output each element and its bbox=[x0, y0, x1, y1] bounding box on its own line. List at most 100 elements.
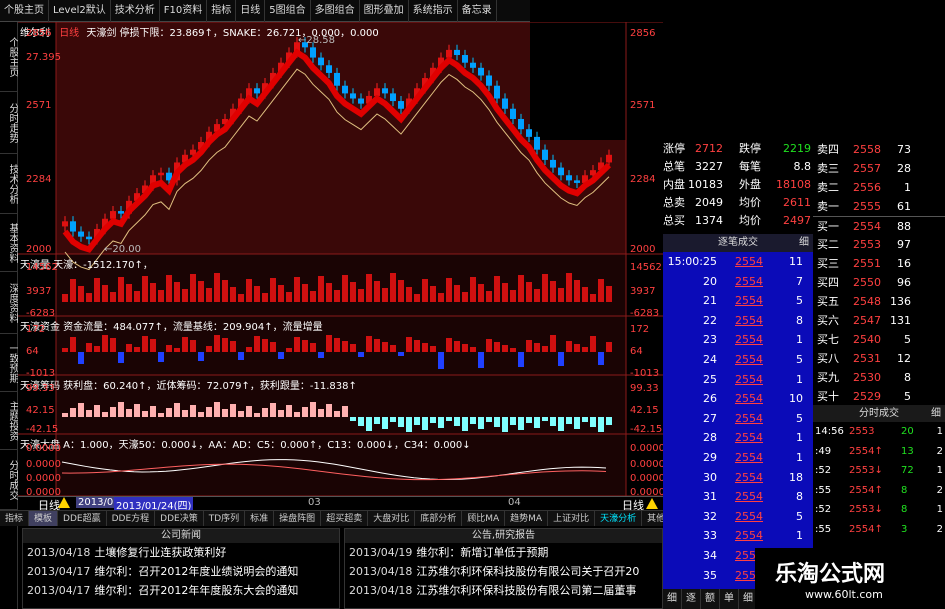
tick-list[interactable]: 15:00:25 2554 11 20 2554 7 21 2554 5 22 2554 8 23 255… bbox=[663, 252, 813, 589]
time-sales-row[interactable]: :55 2554↑ 8 2 bbox=[813, 481, 945, 500]
capital-bar bbox=[246, 347, 252, 352]
news-headline[interactable]: 江苏维尔利环保科技股份有限公司第二届董事 bbox=[416, 584, 636, 597]
toolbar-item[interactable]: 技术分析 bbox=[111, 0, 160, 22]
tick-row[interactable]: 32 2554 5 bbox=[663, 507, 813, 526]
indicator-tab[interactable]: DDE决策 bbox=[155, 511, 204, 526]
indicator-tab[interactable]: 上证对比 bbox=[548, 511, 596, 526]
candle-body bbox=[358, 98, 364, 104]
order-book-row[interactable]: 买九 2530 8 bbox=[813, 368, 945, 387]
news-item[interactable]: 2013/04/17 维尔利：召开2012年年度股东大会的通知 bbox=[23, 581, 339, 600]
time-sales-row[interactable]: :49 2554↑ 13 2 bbox=[813, 442, 945, 461]
news-item[interactable]: 2013/04/17 维尔利：召开2012年度业绩说明会的通知 bbox=[23, 562, 339, 581]
toolbar-item[interactable]: 图形叠加 bbox=[360, 0, 409, 22]
left-tab[interactable]: 深度资料 bbox=[0, 272, 18, 334]
left-tab[interactable]: 技术分析 bbox=[0, 154, 18, 214]
indicator-tab[interactable]: 模板 bbox=[29, 511, 59, 526]
tick-row[interactable]: 27 2554 5 bbox=[663, 409, 813, 428]
indicator-tab[interactable]: DDE方程 bbox=[107, 511, 156, 526]
toolbar-item[interactable]: F10资料 bbox=[160, 0, 208, 22]
bottom-tab[interactable]: 逐 bbox=[682, 589, 701, 609]
news-headline[interactable]: 维尔利：召开2012年度业绩说明会的通知 bbox=[94, 565, 298, 578]
bottom-tab[interactable]: 细 bbox=[663, 589, 682, 609]
indicator-tab[interactable]: 标准 bbox=[245, 511, 275, 526]
toolbar-item[interactable]: Level2默认 bbox=[49, 0, 111, 22]
tick-row[interactable]: 23 2554 1 bbox=[663, 330, 813, 349]
triangle-icon[interactable] bbox=[646, 498, 658, 509]
stock-chart[interactable]: 维尔利 日线 天濠剑 停损下限：23.869↑，SNAKE：26.721，0.0… bbox=[18, 22, 665, 512]
order-book-row[interactable]: 买三 2551 16 bbox=[813, 254, 945, 273]
news-item[interactable]: 2013/04/18 江苏维尔利环保科技股份有限公司关于召开20 bbox=[345, 562, 662, 581]
toolbar-item[interactable]: 个股主页 bbox=[0, 0, 49, 22]
tick-row[interactable]: 24 2554 5 bbox=[663, 350, 813, 369]
tick-row[interactable]: 31 2554 8 bbox=[663, 487, 813, 506]
toolbar-item[interactable]: 5图组合 bbox=[265, 0, 311, 22]
order-book-row[interactable]: 买八 2531 12 bbox=[813, 349, 945, 368]
capital-bar bbox=[558, 352, 564, 366]
date-bar[interactable]: 日线 2013/0 2013/01/24(四) 03 04 日线 bbox=[18, 496, 663, 512]
tick-row[interactable]: 25 2554 1 bbox=[663, 370, 813, 389]
left-tab[interactable]: 主题投资 bbox=[0, 392, 18, 450]
news-headline[interactable]: 江苏维尔利环保科技股份有限公司关于召开20 bbox=[416, 565, 639, 578]
tick-row[interactable]: 22 2554 8 bbox=[663, 311, 813, 330]
news-headline[interactable]: 土壤修复行业连获政策利好 bbox=[94, 546, 226, 559]
tick-row[interactable]: 33 2554 1 bbox=[663, 526, 813, 545]
time-sales-tab[interactable]: 细 bbox=[931, 405, 941, 422]
left-tab[interactable]: 基本资料 bbox=[0, 214, 18, 272]
toolbar-item[interactable]: 多图组合 bbox=[311, 0, 360, 22]
chip-bar bbox=[414, 417, 420, 425]
indicator-tab[interactable]: 指标 bbox=[0, 511, 30, 526]
order-book-row[interactable]: 卖二 2556 1 bbox=[813, 178, 945, 197]
time-sales-row[interactable]: 14:56 2553 20 1 bbox=[813, 422, 945, 441]
indicator-tab[interactable]: 超买超卖 bbox=[321, 511, 369, 526]
order-book-row[interactable]: 买一 2554 88 bbox=[813, 216, 945, 235]
indicator-tab[interactable]: 天濠分析 bbox=[595, 511, 643, 526]
left-tab[interactable]: 个股主页 bbox=[0, 22, 18, 92]
left-tab[interactable]: 分时成交 bbox=[0, 450, 18, 510]
order-book-row[interactable]: 买四 2550 96 bbox=[813, 273, 945, 292]
indicator-tab[interactable]: 趋势MA bbox=[505, 511, 549, 526]
news-headline[interactable]: 维尔利：新增订单低于预期 bbox=[416, 546, 548, 559]
toolbar-item[interactable]: 备忘录 bbox=[458, 0, 497, 22]
tick-panel-tab[interactable]: 细 bbox=[799, 234, 809, 252]
tick-row[interactable]: 21 2554 5 bbox=[663, 291, 813, 310]
toolbar-item[interactable]: 系统指示 bbox=[409, 0, 458, 22]
tick-row[interactable]: 15:00:25 2554 11 bbox=[663, 252, 813, 271]
toolbar-item[interactable]: 日线 bbox=[236, 0, 266, 22]
indicator-tab[interactable]: TD序列 bbox=[204, 511, 246, 526]
time-sales-row[interactable]: :52 2553↓ 8 1 bbox=[813, 500, 945, 519]
bottom-tab[interactable]: 单 bbox=[720, 589, 739, 609]
order-book-row[interactable]: 卖三 2557 28 bbox=[813, 159, 945, 178]
stat-value: 2049 bbox=[695, 196, 723, 209]
order-book-row[interactable]: 卖一 2555 61 bbox=[813, 197, 945, 216]
order-book-row[interactable]: 买二 2553 97 bbox=[813, 235, 945, 254]
news-headline[interactable]: 维尔利：召开2012年年度股东大会的通知 bbox=[94, 584, 298, 597]
order-book-row[interactable]: 买七 2540 5 bbox=[813, 330, 945, 349]
triangle-icon[interactable] bbox=[58, 497, 70, 508]
left-tab[interactable]: 一致预期 bbox=[0, 334, 18, 392]
tick-row[interactable]: 26 2554 10 bbox=[663, 389, 813, 408]
time-sales-row[interactable]: :55 2554↑ 3 2 bbox=[813, 520, 945, 539]
chip-bar bbox=[478, 417, 484, 429]
time-sales-row[interactable]: :52 2553↓ 72 1 bbox=[813, 461, 945, 480]
news-item[interactable]: 2013/04/18 土壤修复行业连获政策利好 bbox=[23, 543, 339, 562]
toolbar-item[interactable]: 指标 bbox=[207, 0, 237, 22]
tick-row[interactable]: 20 2554 7 bbox=[663, 272, 813, 291]
indicator-tab[interactable]: DDE超赢 bbox=[58, 511, 107, 526]
news-item[interactable]: 2013/04/19 维尔利：新增订单低于预期 bbox=[345, 543, 662, 562]
axis-tick-label: -1013 bbox=[630, 368, 660, 379]
order-book-row[interactable]: 买十 2529 5 bbox=[813, 387, 945, 406]
indicator-tab[interactable]: 底部分析 bbox=[415, 511, 463, 526]
bottom-tab[interactable]: 额 bbox=[701, 589, 720, 609]
news-item[interactable]: 2013/04/18 江苏维尔利环保科技股份有限公司第二届董事 bbox=[345, 581, 662, 600]
tick-row[interactable]: 30 2554 18 bbox=[663, 468, 813, 487]
indicator-tab[interactable]: 大盘对比 bbox=[368, 511, 416, 526]
order-book-row[interactable]: 买五 2548 136 bbox=[813, 292, 945, 311]
indicator-tab[interactable]: 操盘阵图 bbox=[274, 511, 322, 526]
order-book-row[interactable]: 卖四 2558 73 bbox=[813, 140, 945, 159]
time-sales-list[interactable]: 14:56 2553 20 1:49 2554↑ 13 2:52 2553↓ 72 1:55 255… bbox=[813, 422, 945, 552]
tick-row[interactable]: 29 2554 1 bbox=[663, 448, 813, 467]
tick-row[interactable]: 28 2554 1 bbox=[663, 428, 813, 447]
left-tab[interactable]: 分时走势 bbox=[0, 92, 18, 154]
indicator-tab[interactable]: 顾比MA bbox=[462, 511, 506, 526]
order-book-row[interactable]: 买六 2547 131 bbox=[813, 311, 945, 330]
